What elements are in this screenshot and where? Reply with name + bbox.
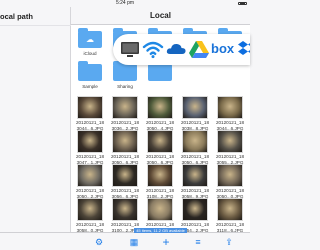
photo-item[interactable]: 20120121_18 3118...6.JPG (213, 197, 247, 232)
folder-icon (113, 61, 137, 81)
folder-item[interactable]: ☁ iCloud (73, 26, 107, 57)
sidebar-toolbar (0, 232, 71, 250)
photo-thumbnail (147, 198, 173, 221)
box-icon[interactable]: box (211, 40, 235, 58)
photo-item[interactable]: 20120121_18 3058...0.JPG (73, 197, 107, 232)
photo-thumbnail (182, 198, 208, 221)
photo-thumbnail (217, 198, 243, 221)
wifi-icon[interactable] (142, 38, 164, 60)
photo-item[interactable]: 20120121_18 3044...6.JPG (73, 95, 107, 131)
photo-item[interactable]: 20120121_18 3050...6.JPG (143, 129, 177, 165)
battery-icon (238, 2, 247, 5)
photo-thumbnail (112, 198, 138, 221)
photo-item[interactable]: 20120121_18 3050...0.JPG (213, 163, 247, 199)
status-time: 5:24 pm (115, 0, 135, 6)
photo-item[interactable]: 20120121_18 3047...1.JPG (73, 129, 107, 165)
folder-label: iCloud (83, 51, 97, 56)
photo-item[interactable]: 20120121_18 3038...8.JPG (178, 95, 212, 131)
photo-thumbnail (182, 130, 208, 153)
photo-item[interactable]: 20120121_18 3058...9.JPG (178, 163, 212, 199)
photo-thumbnail (112, 164, 138, 187)
storage-info: 45 items, 11.2 GB available (134, 228, 187, 233)
photo-thumbnail (147, 96, 173, 119)
status-bar: 5:24 pm (0, 0, 250, 7)
grid-view-icon[interactable]: ▦ (128, 237, 140, 247)
photo-thumbnail (147, 164, 173, 187)
sidebar-divider (0, 25, 71, 26)
sidebar-title: ocal path (0, 12, 33, 21)
photo-thumbnail (77, 198, 103, 221)
folder-icon (78, 61, 102, 81)
folder-item[interactable]: Sample (73, 59, 107, 90)
photo-item[interactable]: 20120121_18 3050...4.JPG (143, 95, 177, 131)
photo-item[interactable]: 20120121_18 3100...2.JPG (108, 197, 142, 232)
settings-icon[interactable]: ⚙ (93, 237, 105, 247)
photo-thumbnail (77, 96, 103, 119)
photo-thumbnail (112, 96, 138, 119)
cloud-folder-icon: ☁ (78, 28, 102, 48)
photo-thumbnail (112, 130, 138, 153)
folder-label: Sharing (117, 84, 133, 89)
photo-item[interactable]: 20120121_18 3108...2.JPG (143, 163, 177, 199)
photo-thumbnail (217, 164, 243, 187)
photo-thumbnail (182, 96, 208, 119)
sidebar: ocal path (0, 7, 71, 250)
google-drive-icon[interactable] (188, 38, 210, 60)
dropbox-icon[interactable] (237, 38, 250, 60)
photo-thumbnail (77, 130, 103, 153)
photo-item[interactable]: 20120121_18 3056...6.JPG (108, 163, 142, 199)
photo-item[interactable]: 20120121_18 3050...6.JPG (108, 129, 142, 165)
bottom-toolbar: 45 items, 11.2 GB available ⚙ ▦ + ≡ ⇪ (71, 228, 250, 250)
photo-thumbnail (147, 130, 173, 153)
share-icon[interactable]: ⇪ (223, 237, 235, 247)
apple-tv-icon[interactable] (119, 38, 141, 60)
photo-thumbnail (182, 164, 208, 187)
photo-item[interactable]: 20120121_18 3050...6.JPG (178, 129, 212, 165)
navigation-bar: Local (71, 7, 250, 25)
photo-item[interactable]: 20120121_18 3044...6.JPG (213, 95, 247, 131)
photo-thumbnail (217, 96, 243, 119)
photo-thumbnail (77, 164, 103, 187)
service-picker-popover: box (113, 34, 250, 65)
photo-item[interactable]: 20120121_18 3154...2.JPG (178, 197, 212, 232)
photo-thumbnail (217, 130, 243, 153)
photo-item[interactable]: 20120121_18 3100...2.JPG (143, 197, 177, 232)
photo-item[interactable]: 20120121_18 3036...2.JPG (108, 95, 142, 131)
list-view-icon[interactable]: ≡ (192, 237, 204, 247)
add-button-icon[interactable]: + (160, 236, 172, 248)
onedrive-icon[interactable] (165, 38, 187, 60)
folder-label: Sample (82, 84, 98, 89)
photo-item[interactable]: 20120121_18 3055...2.JPG (213, 129, 247, 165)
page-title: Local (150, 11, 171, 20)
photo-item[interactable]: 20120121_18 3050...2.JPG (73, 163, 107, 199)
folder-icon (148, 61, 172, 81)
